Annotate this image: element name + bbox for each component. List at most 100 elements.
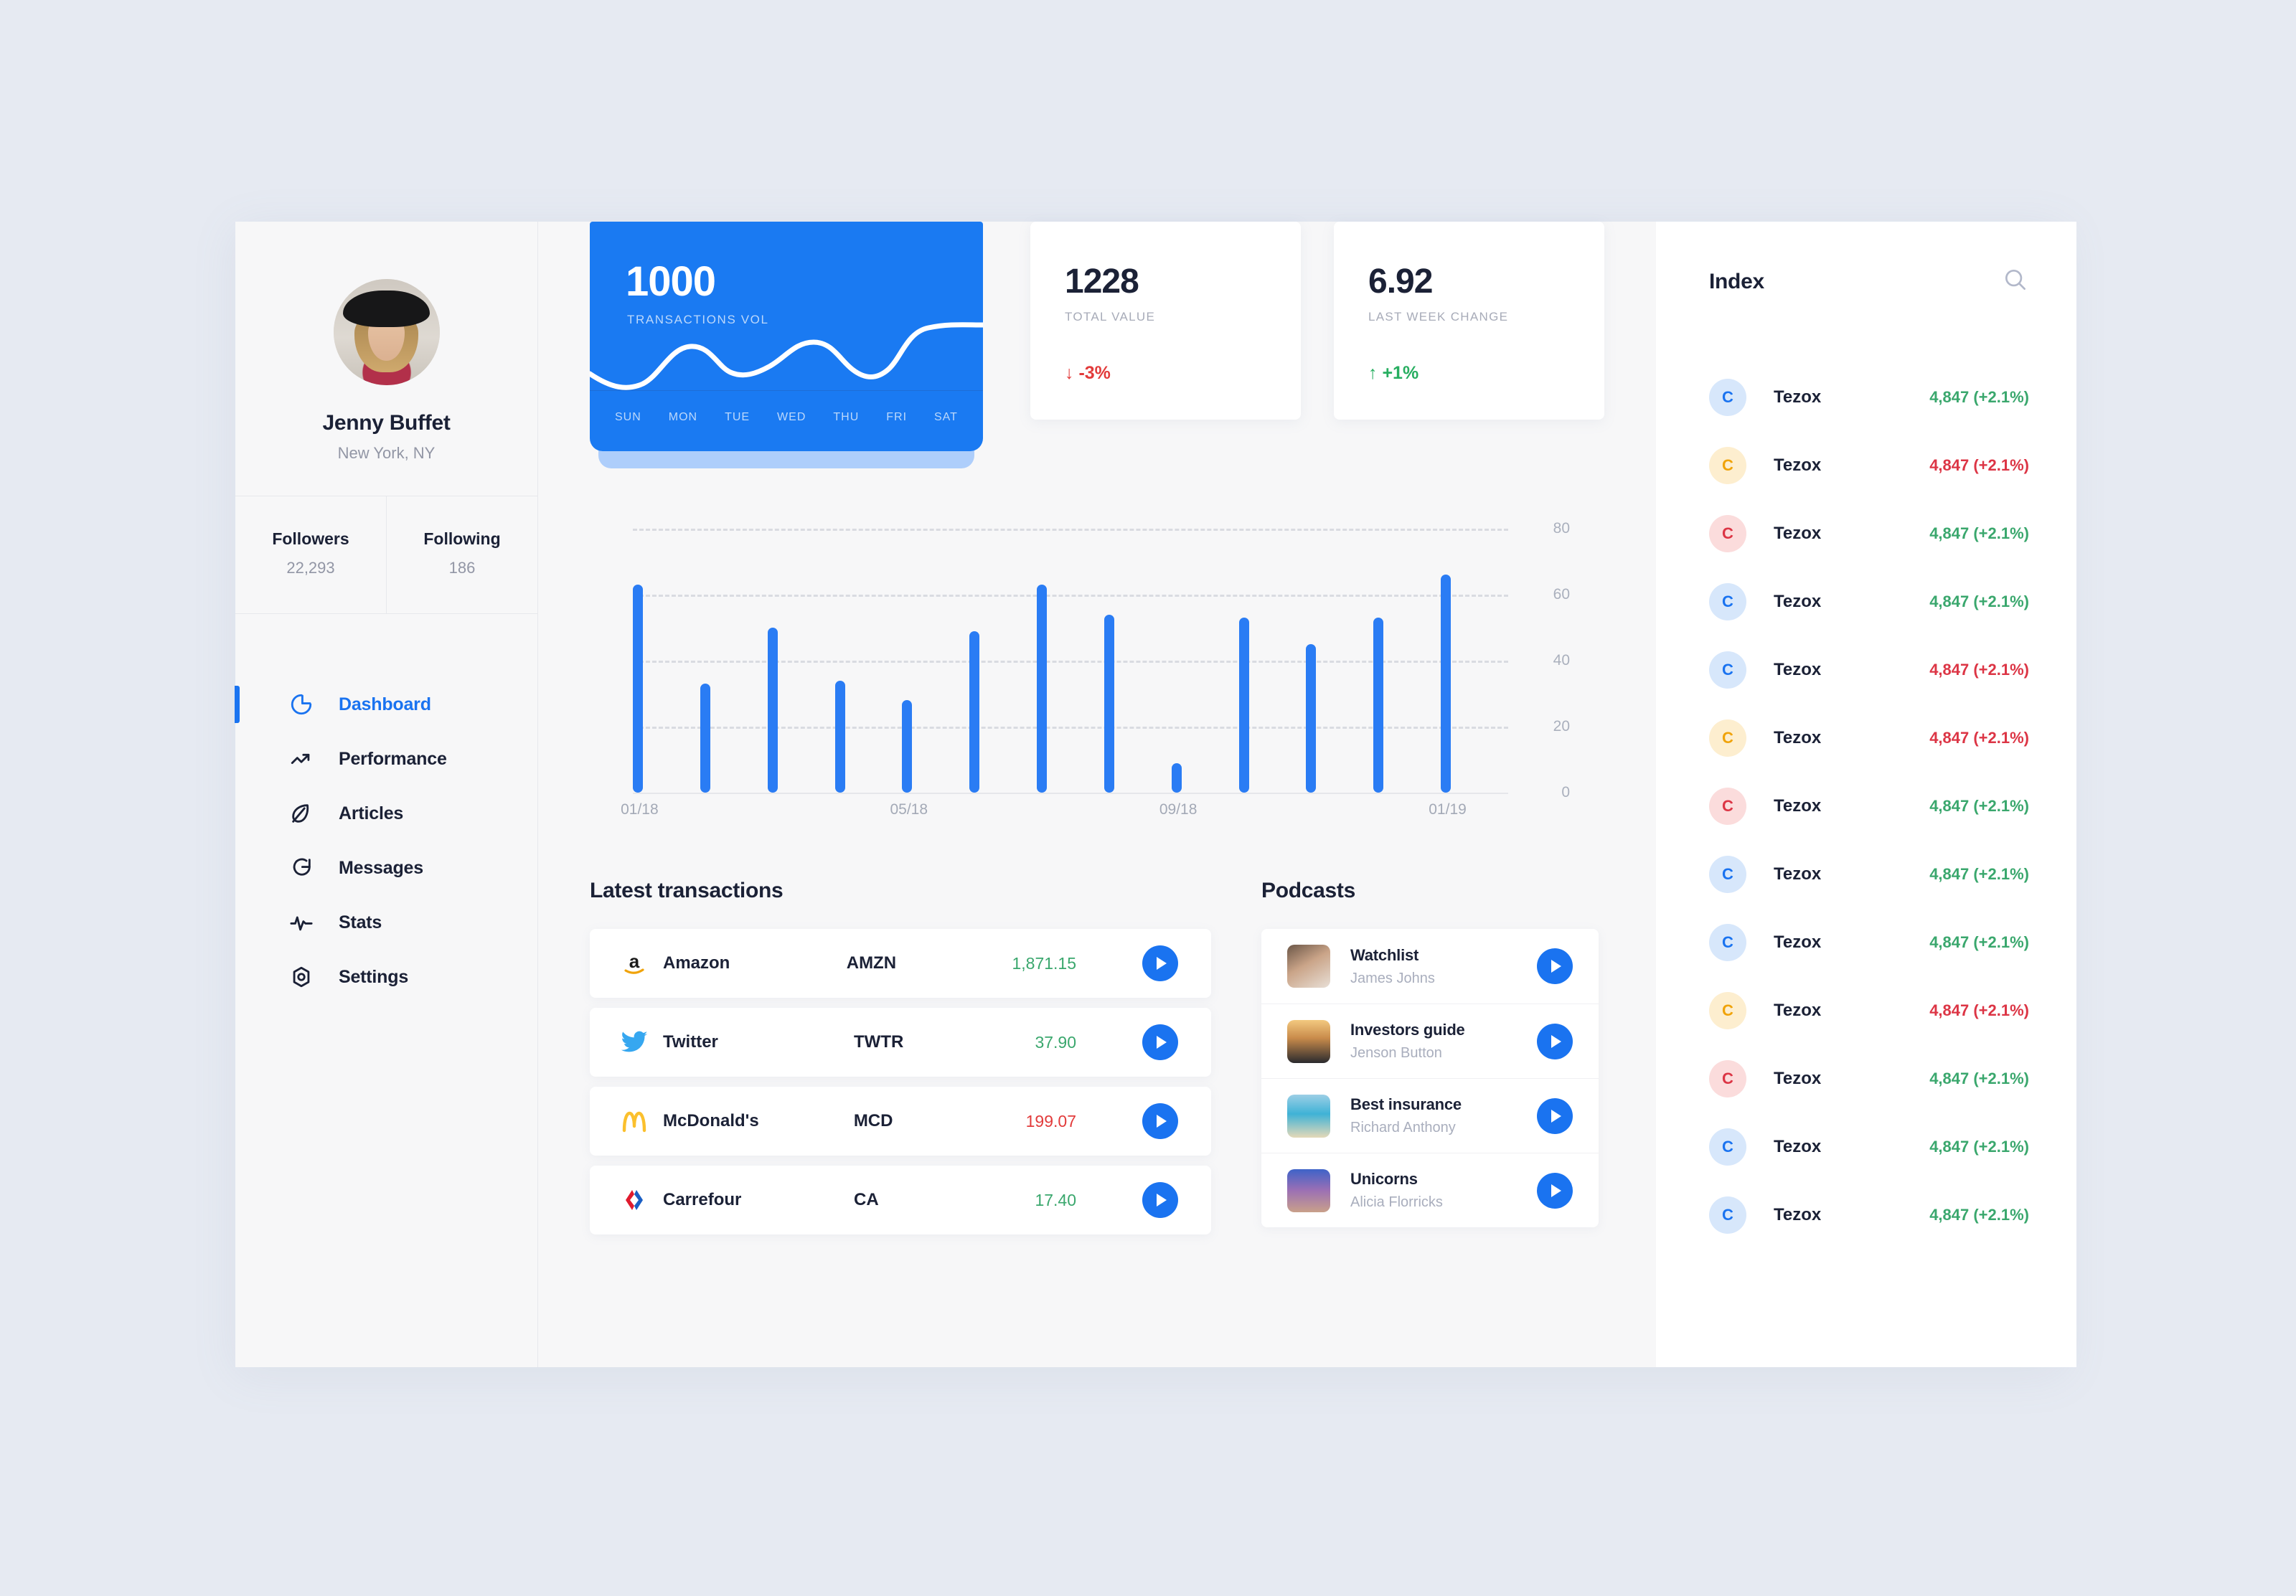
index-avatar: C <box>1709 446 1746 484</box>
play-button[interactable] <box>1142 1182 1178 1218</box>
podcast-title: Best insurance <box>1350 1095 1462 1113</box>
index-row[interactable]: C Tezox 4,847 (+2.1%) <box>1656 1044 2076 1113</box>
play-button[interactable] <box>1142 1103 1178 1139</box>
index-name: Tezox <box>1774 387 1822 407</box>
index-title: Index <box>1709 269 1764 293</box>
chart-bar[interactable] <box>834 680 845 793</box>
index-row[interactable]: C Tezox 4,847 (+2.1%) <box>1656 567 2076 636</box>
sidebar-item-performance[interactable]: Performance <box>235 732 537 786</box>
chart-bar-slot <box>700 684 768 793</box>
transaction-company-name: Twitter <box>663 1032 718 1052</box>
chart-y-tick-label: 40 <box>1553 652 1570 669</box>
index-name: Tezox <box>1774 795 1822 816</box>
list-item[interactable]: Best insurance Richard Anthony <box>1261 1078 1599 1153</box>
chart-bar[interactable] <box>1171 762 1182 793</box>
chart-axis-line <box>633 793 1508 794</box>
index-row[interactable]: C Tezox 4,847 (+2.1%) <box>1656 772 2076 840</box>
chart-bar[interactable] <box>1441 575 1452 793</box>
play-button[interactable] <box>1142 945 1178 981</box>
index-row[interactable]: C Tezox 4,847 (+2.1%) <box>1656 431 2076 499</box>
pulse-icon <box>287 908 316 937</box>
chart-bar[interactable] <box>1238 618 1249 793</box>
stat-following-value: 186 <box>448 559 476 577</box>
index-value: 4,847 (+2.1%) <box>1929 524 2029 542</box>
play-icon <box>1157 957 1167 970</box>
chart-bar-slot <box>1238 618 1307 793</box>
svg-text:a: a <box>629 950 640 972</box>
play-button[interactable] <box>1537 1023 1573 1059</box>
mcdonalds-logo <box>616 1107 653 1135</box>
stat-following: Following 186 <box>386 496 537 613</box>
chart-bar-slot <box>1037 585 1104 793</box>
sidebar-item-messages[interactable]: Messages <box>235 841 537 895</box>
list-item[interactable]: Unicorns Alicia Florricks <box>1261 1153 1599 1227</box>
chart-bar[interactable] <box>1037 585 1048 793</box>
total-value-card: 1228 TOTAL VALUE ↓ -3% <box>1030 222 1301 420</box>
index-avatar: C <box>1709 787 1746 825</box>
avatar <box>333 279 440 385</box>
chart-bar[interactable] <box>902 700 913 793</box>
index-row[interactable]: C Tezox 4,847 (+2.1%) <box>1656 636 2076 704</box>
play-icon <box>1157 1036 1167 1049</box>
table-row[interactable]: Carrefour CA 17.40 <box>590 1166 1211 1234</box>
chart-bar-slot <box>1171 762 1239 793</box>
chart-bar[interactable] <box>700 684 710 793</box>
chart-bar[interactable] <box>1373 618 1384 793</box>
chart-bar-slot <box>969 631 1037 793</box>
transaction-ticker: AMZN <box>846 953 897 973</box>
chart-y-tick-label: 20 <box>1553 718 1570 735</box>
search-icon[interactable] <box>2002 266 2029 297</box>
index-row[interactable]: C Tezox 4,847 (+2.1%) <box>1656 840 2076 908</box>
play-button[interactable] <box>1537 1172 1573 1209</box>
index-value: 4,847 (+2.1%) <box>1929 660 2029 679</box>
profile-stats: Followers 22,293 Following 186 <box>235 496 537 614</box>
transaction-company-name: McDonald's <box>663 1111 759 1130</box>
play-button[interactable] <box>1537 948 1573 984</box>
index-row[interactable]: C Tezox 4,847 (+2.1%) <box>1656 908 2076 976</box>
chart-bar[interactable] <box>1104 614 1114 793</box>
transaction-ticker: TWTR <box>854 1032 904 1052</box>
chart-bar-slot <box>633 585 700 793</box>
index-value: 4,847 (+2.1%) <box>1929 1001 2029 1019</box>
day-label: WED <box>777 411 806 423</box>
index-row[interactable]: C Tezox 4,847 (+2.1%) <box>1656 704 2076 772</box>
lower-section: Latest transactions a Amazon AMZN 1,871.15 T… <box>590 879 1656 1245</box>
transaction-ticker: MCD <box>853 1111 893 1130</box>
stat-followers: Followers 22,293 <box>235 496 386 613</box>
chart-x-tick-label: 05/18 <box>890 801 928 818</box>
play-button[interactable] <box>1537 1097 1573 1134</box>
sidebar-item-articles[interactable]: Articles <box>235 786 537 841</box>
sidebar-item-settings[interactable]: Settings <box>235 950 537 1004</box>
index-row[interactable]: C Tezox 4,847 (+2.1%) <box>1656 976 2076 1044</box>
profile-name: Jenny Buffet <box>322 411 451 435</box>
play-icon <box>1551 1109 1561 1123</box>
latest-transactions-title: Latest transactions <box>590 879 784 902</box>
chart-bar-slot <box>1441 575 1508 793</box>
profile-block: Jenny Buffet New York, NY <box>235 222 537 496</box>
arrow-up-icon: ↑ <box>1368 363 1378 383</box>
gear-icon <box>287 963 316 991</box>
play-button[interactable] <box>1142 1024 1178 1060</box>
arrow-down-icon: ↓ <box>1065 363 1074 383</box>
carrefour-logo <box>616 1186 653 1214</box>
index-row[interactable]: C Tezox 4,847 (+2.1%) <box>1656 363 2076 431</box>
index-row[interactable]: C Tezox 4,847 (+2.1%) <box>1656 1113 2076 1181</box>
index-row[interactable]: C Tezox 4,847 (+2.1%) <box>1656 1181 2076 1249</box>
index-name: Tezox <box>1774 1136 1822 1156</box>
play-icon <box>1551 1184 1561 1197</box>
table-row[interactable]: McDonald's MCD 199.07 <box>590 1087 1211 1156</box>
sidebar-item-stats[interactable]: Stats <box>235 895 537 950</box>
index-avatar: C <box>1709 1059 1746 1097</box>
sidebar-item-dashboard[interactable]: Dashboard <box>235 677 537 732</box>
transactions-bar-chart: 0 20 40 60 80 01/18 05/18 09/18 01/19 <box>590 520 1594 830</box>
list-item[interactable]: Investors guide Jenson Button <box>1261 1004 1599 1078</box>
chart-bar[interactable] <box>969 631 980 793</box>
index-row[interactable]: C Tezox 4,847 (+2.1%) <box>1656 499 2076 567</box>
chart-bar[interactable] <box>767 628 778 793</box>
chart-x-axis-labels: 01/18 05/18 09/18 01/19 <box>621 801 1508 830</box>
table-row[interactable]: Twitter TWTR 37.90 <box>590 1008 1211 1077</box>
chart-bar[interactable] <box>1306 644 1317 793</box>
table-row[interactable]: a Amazon AMZN 1,871.15 <box>590 929 1211 998</box>
list-item[interactable]: Watchlist James Johns <box>1261 929 1599 1004</box>
chart-bar[interactable] <box>633 585 643 793</box>
